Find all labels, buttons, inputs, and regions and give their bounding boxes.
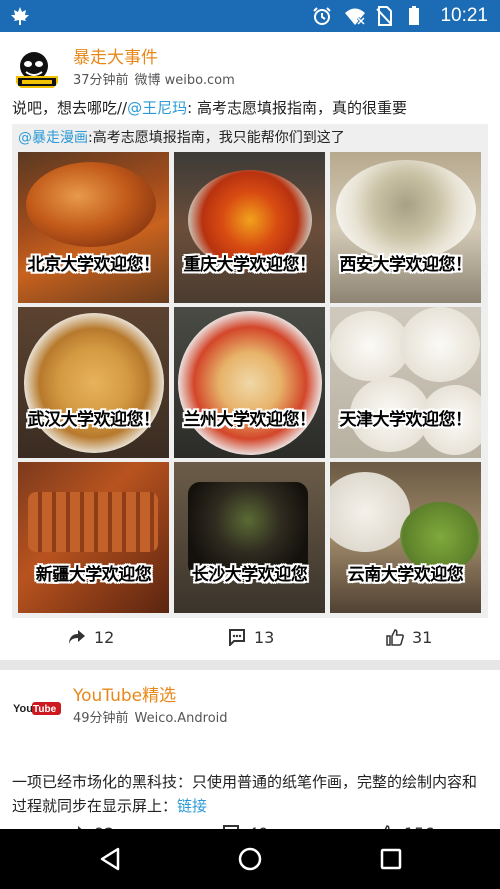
post-text-prefix: 说吧，想去哪吃// [12,99,128,117]
status-bar: 10:21 [0,0,500,32]
food-image[interactable]: 重庆大学欢迎您！ [174,152,325,303]
navigation-bar [0,829,500,889]
sim-off-icon [376,6,396,26]
food-image[interactable]: 天津大学欢迎您！ [330,307,481,458]
clock-time: 10:21 [440,5,488,26]
comment-button[interactable]: 40 [222,818,268,829]
post-source: 微博 weibo.com [134,73,235,88]
repost-mention-link[interactable]: @暴走漫画 [18,130,88,146]
post-meta: 49分钟前 Weico.Android [73,707,228,726]
food-image[interactable]: 西安大学欢迎您！ [330,152,481,303]
post-text: 说吧，想去哪吃//@王尼玛: 高考志愿填报指南，真的很重要 [12,96,488,120]
status-icons: 10:21 [312,0,488,32]
food-image[interactable]: 云南大学欢迎您 [330,462,481,613]
post-source: Weico.Android [134,711,228,726]
repost-button[interactable]: 12 [68,622,114,652]
comment-icon [229,629,245,646]
food-image[interactable]: 长沙大学欢迎您 [174,462,325,613]
post-link[interactable]: 链接 [177,797,207,815]
food-image[interactable]: 兰州大学欢迎您！ [174,307,325,458]
recents-icon[interactable] [376,844,406,874]
image-caption: 天津大学欢迎您！ [339,410,473,430]
svg-text:You: You [13,703,33,715]
share-arrow-icon [69,630,85,644]
image-caption: 武汉大学欢迎您！ [27,410,161,430]
svg-text:Tube: Tube [33,704,57,715]
image-caption: 重庆大学欢迎您！ [183,255,317,275]
image-caption: 云南大学欢迎您 [347,565,464,585]
repost-button[interactable]: 92 [68,818,114,829]
weibo-feed[interactable]: 暴走大事件 37分钟前 微博 weibo.com 说吧，想去哪吃//@王尼玛: 高… [0,32,500,829]
post-text: 一项已经市场化的黑科技：只使用普通的纸笔作画，完整的绘制内容和过程就同步在显示屏… [12,770,488,818]
post-card[interactable]: You Tube YouTube精选 49分钟前 Weico.Android 一项… [0,670,500,829]
battery-icon [408,6,428,26]
card-separator [0,660,500,670]
repost-body: :高考志愿填报指南，我只能帮你们到这了 [88,130,345,146]
comment-button[interactable]: 13 [228,622,274,652]
back-icon[interactable] [95,844,125,874]
maple-leaf-icon [10,6,30,31]
food-image[interactable]: 北京大学欢迎您！ [18,152,169,303]
post-meta: 37分钟前 微博 weibo.com [73,69,235,88]
home-icon[interactable] [235,844,265,874]
avatar[interactable]: You Tube [12,682,62,732]
mention-link[interactable]: @王尼玛 [127,99,187,117]
like-button[interactable]: 156 [378,818,435,829]
post-card[interactable]: 暴走大事件 37分钟前 微博 weibo.com 说吧，想去哪吃//@王尼玛: 高… [0,32,500,660]
image-caption: 西安大学欢迎您！ [339,255,473,275]
repost-count: 12 [94,627,115,647]
post-actions: 12 13 31 [0,622,500,652]
post-time: 49分钟前 [73,711,129,726]
image-caption: 兰州大学欢迎您！ [183,410,317,430]
image-grid: 北京大学欢迎您！ 重庆大学欢迎您！ 西安大学欢迎您！ 武汉大学欢迎您！ 兰州大学… [18,152,482,614]
post-actions: 92 40 156 [0,818,500,829]
image-caption: 北京大学欢迎您！ [27,255,161,275]
post-author[interactable]: YouTube精选 [73,681,176,706]
like-button[interactable]: 31 [386,622,432,652]
alarm-icon [312,6,332,26]
food-image[interactable]: 新疆大学欢迎您 [18,462,169,613]
post-text-suffix: : 高考志愿填报指南，真的很重要 [187,99,407,117]
post-body: 一项已经市场化的黑科技：只使用普通的纸笔作画，完整的绘制内容和过程就同步在显示屏… [12,773,478,815]
avatar[interactable] [12,44,62,94]
thumbs-up-icon [386,629,404,646]
comment-count: 13 [254,627,275,647]
wifi-icon [344,6,366,26]
like-count: 31 [412,627,433,647]
image-caption: 新疆大学欢迎您 [35,565,152,585]
repost-text: @暴走漫画:高考志愿填报指南，我只能帮你们到这了 [18,128,345,148]
food-image[interactable]: 武汉大学欢迎您！ [18,307,169,458]
image-caption: 长沙大学欢迎您 [191,565,308,585]
repost-block[interactable]: @暴走漫画:高考志愿填报指南，我只能帮你们到这了 北京大学欢迎您！ 重庆大学欢迎… [12,124,488,618]
post-time: 37分钟前 [73,73,129,88]
post-author[interactable]: 暴走大事件 [73,43,158,68]
